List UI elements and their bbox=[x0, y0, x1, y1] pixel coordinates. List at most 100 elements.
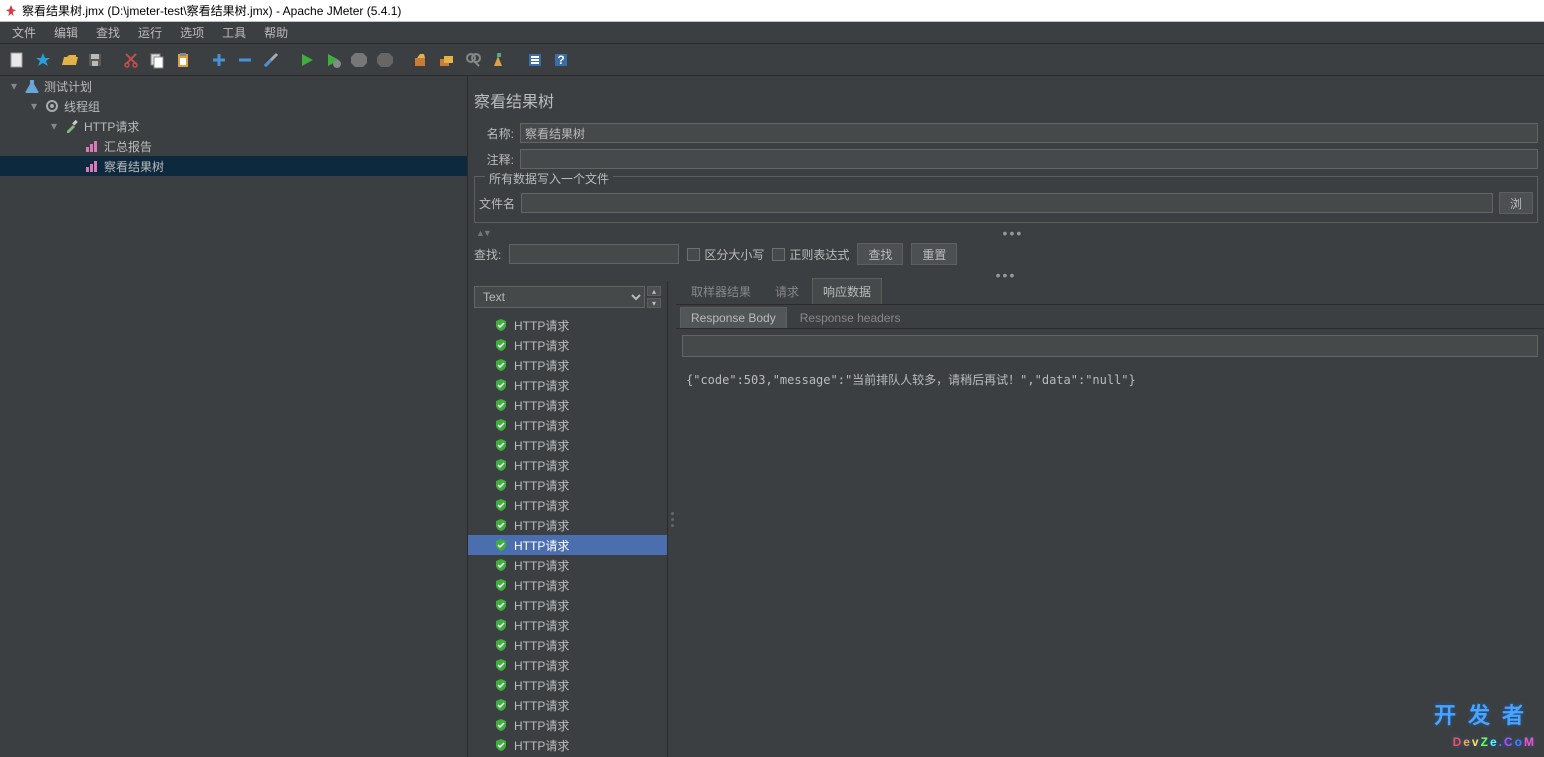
sample-result-label: HTTP请求 bbox=[514, 677, 569, 694]
scroll-up-button[interactable]: ▴ bbox=[647, 286, 661, 296]
tab-sampler-result[interactable]: 取样器结果 bbox=[680, 278, 762, 304]
sample-result-row[interactable]: HTTP请求 bbox=[468, 695, 667, 715]
tb-reset-search[interactable] bbox=[488, 49, 510, 71]
reset-button[interactable]: 重置 bbox=[911, 243, 957, 265]
tree-expander-icon[interactable]: ▾ bbox=[28, 99, 40, 113]
tb-save[interactable] bbox=[84, 49, 106, 71]
tree-node[interactable]: ▾线程组 bbox=[0, 96, 467, 116]
success-shield-icon bbox=[494, 518, 508, 532]
comment-label: 注释: bbox=[474, 151, 514, 168]
sample-result-list[interactable]: HTTP请求HTTP请求HTTP请求HTTP请求HTTP请求HTTP请求HTTP… bbox=[468, 313, 667, 757]
tree-expander-icon[interactable]: ▾ bbox=[8, 79, 20, 93]
tb-help[interactable]: ? bbox=[550, 49, 572, 71]
tb-new[interactable] bbox=[6, 49, 28, 71]
sample-result-row[interactable]: HTTP请求 bbox=[468, 595, 667, 615]
result-detail-panel: 取样器结果 请求 响应数据 Response Body Response hea… bbox=[676, 281, 1544, 757]
renderer-select[interactable]: Text bbox=[474, 286, 645, 308]
test-plan-tree[interactable]: ▾测试计划▾线程组▾HTTP请求汇总报告察看结果树 bbox=[0, 76, 468, 757]
sample-result-label: HTTP请求 bbox=[514, 377, 569, 394]
tab-response-data[interactable]: 响应数据 bbox=[812, 278, 882, 304]
scroll-down-button[interactable]: ▾ bbox=[647, 298, 661, 308]
response-body-text[interactable]: {"code":503,"message":"当前排队人较多，请稍后再试！","… bbox=[676, 363, 1544, 757]
search-label: 查找: bbox=[474, 246, 501, 263]
sample-result-row[interactable]: HTTP请求 bbox=[468, 575, 667, 595]
sample-result-row[interactable]: HTTP请求 bbox=[468, 355, 667, 375]
tb-shutdown[interactable] bbox=[374, 49, 396, 71]
sample-result-row[interactable]: HTTP请求 bbox=[468, 415, 667, 435]
sample-result-row[interactable]: HTTP请求 bbox=[468, 475, 667, 495]
sample-result-row[interactable]: HTTP请求 bbox=[468, 715, 667, 735]
menu-edit[interactable]: 编辑 bbox=[46, 22, 86, 43]
tree-node[interactable]: ▾测试计划 bbox=[0, 76, 467, 96]
tb-function-helper[interactable] bbox=[524, 49, 546, 71]
sample-result-row[interactable]: HTTP请求 bbox=[468, 335, 667, 355]
menu-run[interactable]: 运行 bbox=[130, 22, 170, 43]
sample-result-row[interactable]: HTTP请求 bbox=[468, 655, 667, 675]
collapse-handle-2[interactable]: ••• bbox=[468, 269, 1544, 281]
search-button[interactable]: 查找 bbox=[857, 243, 903, 265]
menu-help[interactable]: 帮助 bbox=[256, 22, 296, 43]
tb-toggle[interactable] bbox=[260, 49, 282, 71]
menu-file[interactable]: 文件 bbox=[4, 22, 44, 43]
regex-label: 正则表达式 bbox=[789, 246, 849, 263]
results-list-panel: Text ▴ ▾ HTTP请求HTTP请求HTTP请求HTTP请求HTTP请求H… bbox=[468, 281, 668, 757]
sample-result-row[interactable]: HTTP请求 bbox=[468, 535, 667, 555]
sample-result-row[interactable]: HTTP请求 bbox=[468, 615, 667, 635]
browse-button[interactable]: 浏 bbox=[1499, 192, 1533, 214]
success-shield-icon bbox=[494, 618, 508, 632]
menu-tools[interactable]: 工具 bbox=[214, 22, 254, 43]
tree-node[interactable]: ▾HTTP请求 bbox=[0, 116, 467, 136]
tb-clear[interactable] bbox=[410, 49, 432, 71]
sample-result-row[interactable]: HTTP请求 bbox=[468, 495, 667, 515]
tb-start[interactable] bbox=[296, 49, 318, 71]
menu-options[interactable]: 选项 bbox=[172, 22, 212, 43]
tab-request[interactable]: 请求 bbox=[764, 278, 810, 304]
sample-result-label: HTTP请求 bbox=[514, 737, 569, 754]
tb-templates[interactable] bbox=[32, 49, 54, 71]
filename-input[interactable] bbox=[521, 193, 1493, 213]
sample-result-row[interactable]: HTTP请求 bbox=[468, 735, 667, 755]
tb-stop[interactable] bbox=[348, 49, 370, 71]
response-subtabs: Response Body Response headers bbox=[676, 305, 1544, 329]
tb-collapse[interactable] bbox=[234, 49, 256, 71]
success-shield-icon bbox=[494, 718, 508, 732]
subtab-response-body[interactable]: Response Body bbox=[680, 307, 787, 328]
subtab-response-headers[interactable]: Response headers bbox=[789, 307, 912, 328]
sample-result-row[interactable]: HTTP请求 bbox=[468, 635, 667, 655]
tb-cut[interactable] bbox=[120, 49, 142, 71]
case-sensitive-checkbox[interactable]: 区分大小写 bbox=[687, 246, 764, 263]
regex-checkbox[interactable]: 正则表达式 bbox=[772, 246, 849, 263]
sample-result-label: HTTP请求 bbox=[514, 397, 569, 414]
tree-node[interactable]: 汇总报告 bbox=[0, 136, 467, 156]
tb-copy[interactable] bbox=[146, 49, 168, 71]
sample-result-row[interactable]: HTTP请求 bbox=[468, 315, 667, 335]
toolbar: ? bbox=[0, 44, 1544, 76]
search-input[interactable] bbox=[509, 244, 679, 264]
flask-icon bbox=[24, 78, 40, 94]
vertical-splitter[interactable] bbox=[668, 281, 676, 757]
sample-result-row[interactable]: HTTP请求 bbox=[468, 675, 667, 695]
menu-search[interactable]: 查找 bbox=[88, 22, 128, 43]
tb-paste[interactable] bbox=[172, 49, 194, 71]
sample-result-row[interactable]: HTTP请求 bbox=[468, 375, 667, 395]
tb-clear-all[interactable] bbox=[436, 49, 458, 71]
case-sensitive-label: 区分大小写 bbox=[704, 246, 764, 263]
tb-expand[interactable] bbox=[208, 49, 230, 71]
name-input[interactable] bbox=[520, 123, 1538, 143]
sample-result-label: HTTP请求 bbox=[514, 597, 569, 614]
sample-result-row[interactable]: HTTP请求 bbox=[468, 515, 667, 535]
sample-result-row[interactable]: HTTP请求 bbox=[468, 455, 667, 475]
collapse-handle-1[interactable]: ▲▼ ••• bbox=[468, 227, 1544, 239]
tree-node[interactable]: 察看结果树 bbox=[0, 156, 467, 176]
tree-expander-icon[interactable]: ▾ bbox=[48, 119, 60, 133]
sample-result-row[interactable]: HTTP请求 bbox=[468, 395, 667, 415]
tb-open[interactable] bbox=[58, 49, 80, 71]
comment-input[interactable] bbox=[520, 149, 1538, 169]
response-filter-input[interactable] bbox=[682, 335, 1538, 357]
sample-result-row[interactable]: HTTP请求 bbox=[468, 555, 667, 575]
sample-result-label: HTTP请求 bbox=[514, 477, 569, 494]
checkbox-box-icon bbox=[687, 248, 700, 261]
tb-start-no-timers[interactable] bbox=[322, 49, 344, 71]
tb-search[interactable] bbox=[462, 49, 484, 71]
sample-result-row[interactable]: HTTP请求 bbox=[468, 435, 667, 455]
